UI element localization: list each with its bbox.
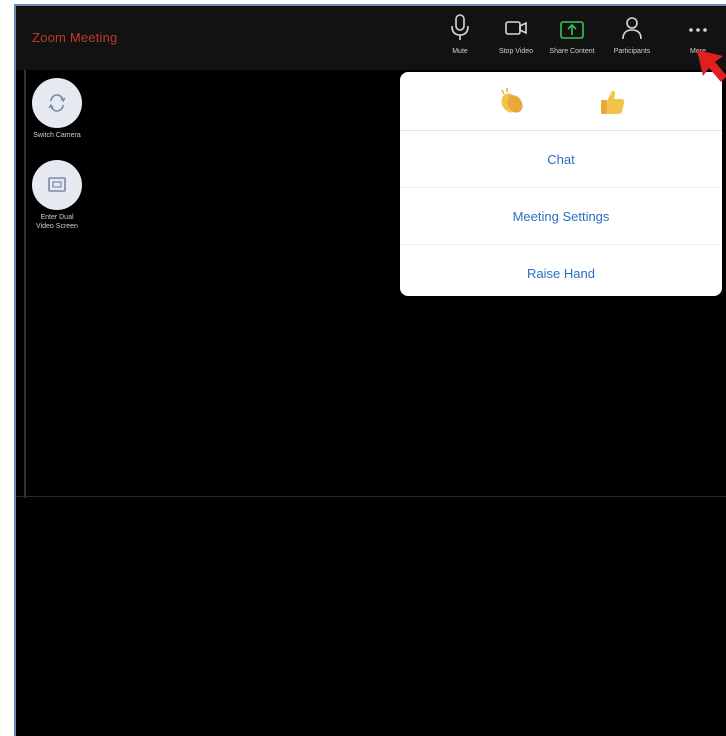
thumbs-up-icon[interactable]	[596, 86, 628, 118]
switch-camera-button[interactable]: Switch Camera	[22, 78, 92, 140]
video-pane-divider	[16, 496, 726, 497]
participants-button[interactable]: Participants	[602, 14, 662, 64]
participants-label: Participants	[613, 48, 651, 55]
share-screen-icon	[560, 21, 584, 39]
more-dots-icon	[689, 28, 707, 32]
more-menu-popup: Chat Meeting Settings Raise Hand	[400, 72, 722, 296]
share-content-label: Share Content	[549, 48, 595, 55]
clapping-hands-icon[interactable]	[496, 86, 528, 118]
participants-icon	[622, 17, 642, 40]
video-camera-icon	[505, 21, 527, 35]
switch-camera-label: Switch Camera	[33, 132, 81, 139]
reactions-row	[400, 72, 722, 131]
dual-screen-button[interactable]: Enter Dual Video Screen	[22, 160, 92, 231]
meeting-settings-menu-item[interactable]: Meeting Settings	[400, 188, 722, 245]
dual-screen-icon	[48, 177, 66, 192]
top-toolbar: Zoom Meeting Mute Stop Video Share Conte…	[16, 6, 726, 70]
dual-screen-circle	[32, 160, 82, 210]
dual-screen-label-line1: Enter Dual	[40, 214, 74, 221]
switch-camera-icon	[48, 94, 66, 112]
share-content-button[interactable]: Share Content	[542, 14, 602, 64]
microphone-icon	[451, 14, 469, 40]
switch-camera-circle	[32, 78, 82, 128]
chat-menu-item[interactable]: Chat	[400, 131, 722, 188]
pointer-arrow-icon	[697, 50, 726, 82]
dual-screen-label-line2: Video Screen	[36, 223, 78, 230]
stop-video-label: Stop Video	[498, 48, 534, 55]
mute-button[interactable]: Mute	[430, 14, 490, 64]
stop-video-button[interactable]: Stop Video	[486, 14, 546, 64]
meeting-title: Zoom Meeting	[32, 30, 118, 45]
mute-label: Mute	[452, 48, 468, 55]
raise-hand-menu-item[interactable]: Raise Hand	[400, 245, 722, 296]
meeting-window: Zoom Meeting Mute Stop Video Share Conte…	[14, 4, 726, 736]
